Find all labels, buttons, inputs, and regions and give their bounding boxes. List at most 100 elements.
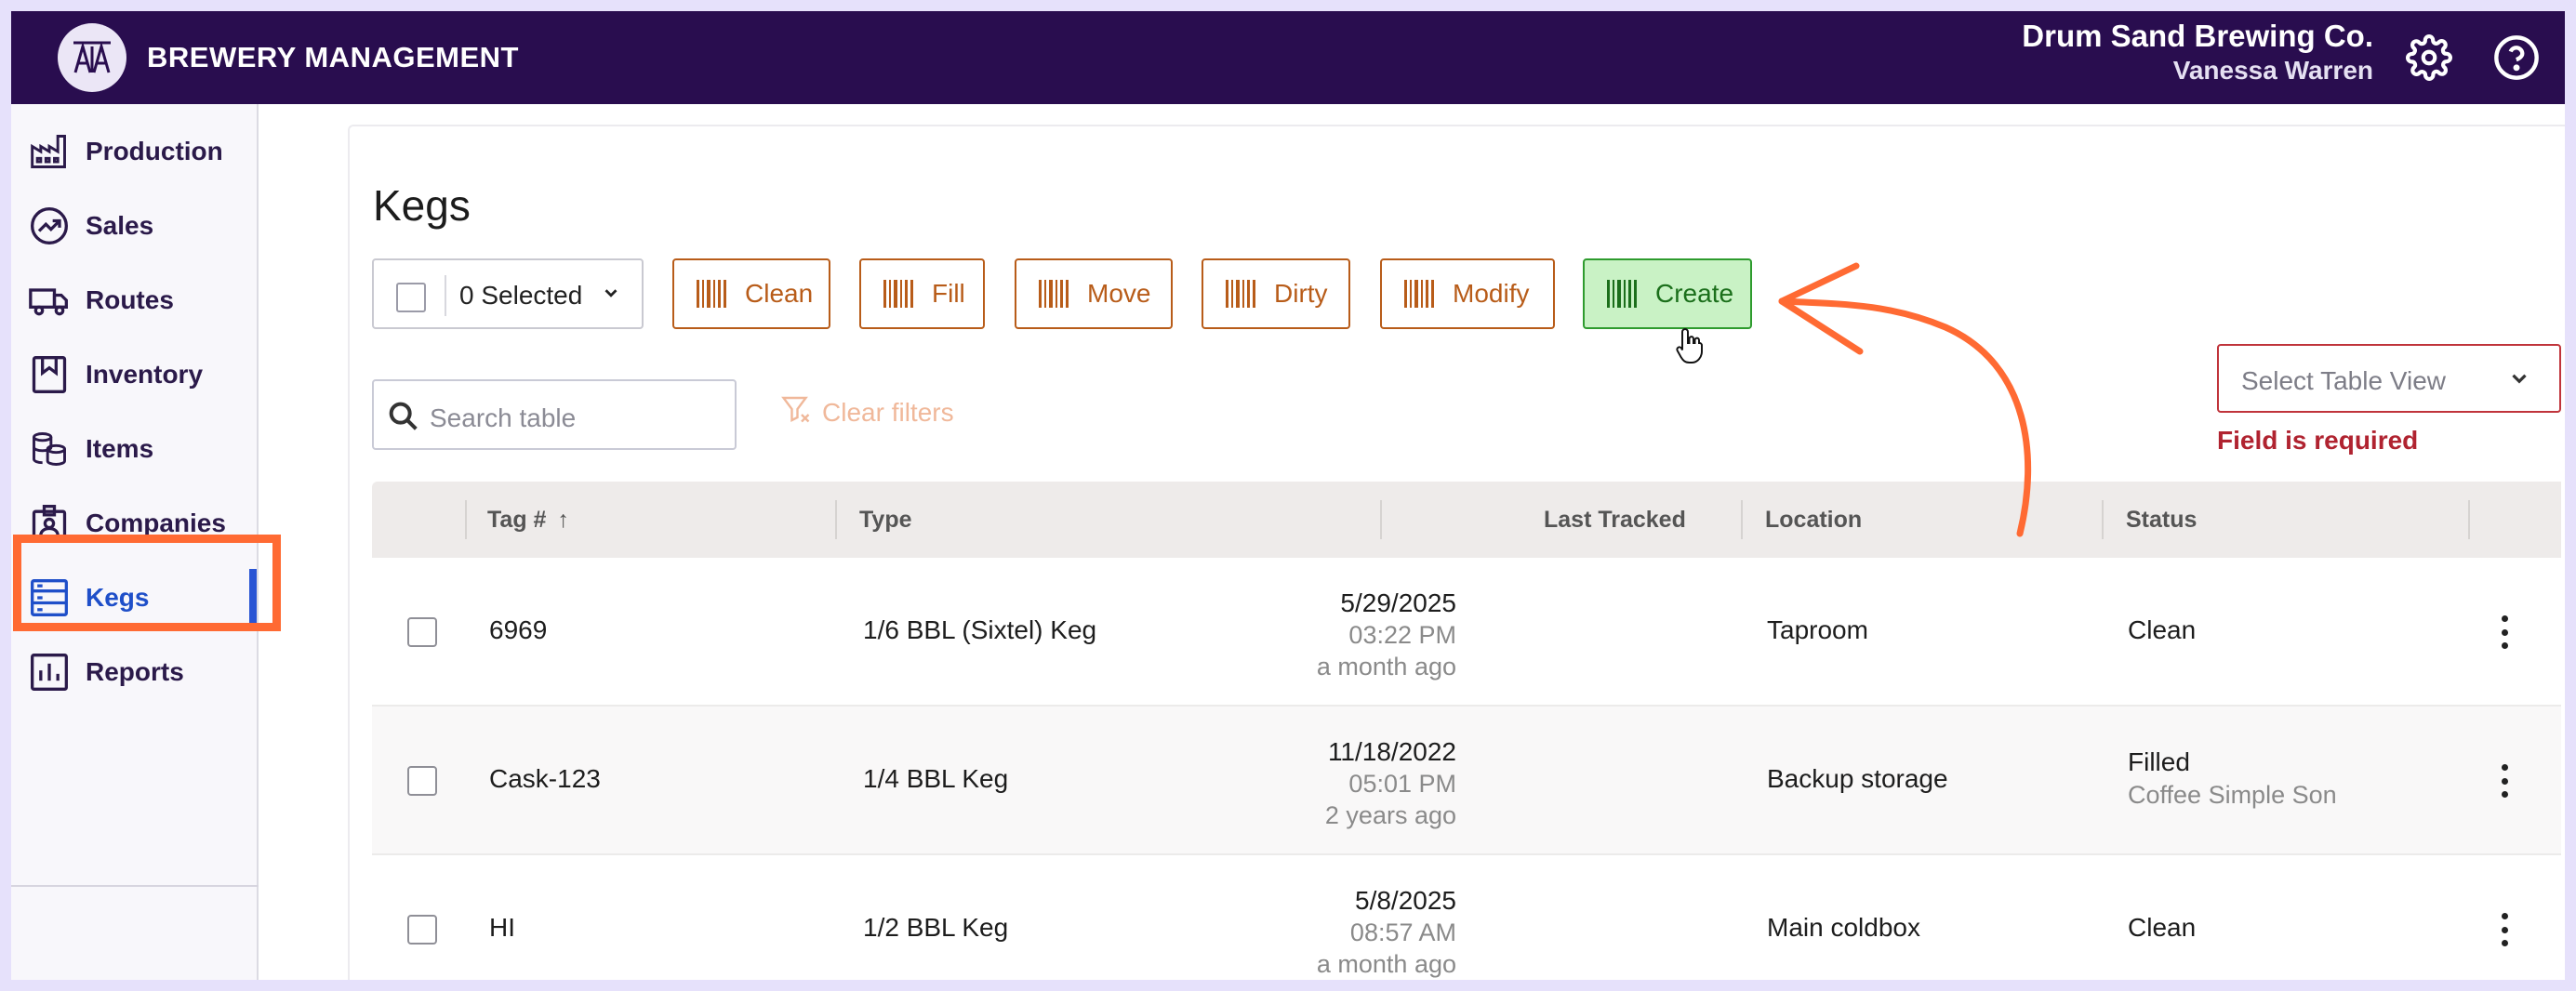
tracked-ago: 2 years ago: [1324, 801, 1456, 829]
sidebar-item-label: Routes: [86, 285, 174, 314]
last-tracked-cell: 5/29/2025 03:22 PM a month ago: [1317, 588, 1456, 682]
column-separator: [2102, 500, 2104, 539]
table-view-placeholder: Select Table View: [2241, 366, 2446, 395]
select-all-checkbox[interactable]: [396, 283, 426, 312]
clear-filters-label: Clear filters: [822, 397, 954, 427]
sidebar-item-items[interactable]: Items: [11, 413, 259, 485]
dirty-button[interactable]: Dirty: [1202, 258, 1350, 329]
column-separator: [465, 500, 467, 539]
status-cell: Clean: [2128, 615, 2197, 644]
row-checkbox[interactable]: [407, 617, 437, 647]
user-name[interactable]: Vanessa Warren: [2173, 56, 2373, 86]
kegs-stack-icon: [28, 428, 71, 470]
sidebar-item-reports[interactable]: Reports: [11, 636, 259, 708]
sidebar-item-inventory[interactable]: Inventory: [11, 338, 259, 411]
column-separator: [835, 500, 837, 539]
column-header-status[interactable]: Status: [2126, 482, 2197, 558]
filter-clear-icon: [779, 392, 813, 432]
search-placeholder: Search table: [430, 403, 577, 432]
active-indicator: [249, 569, 257, 628]
type-cell: 1/4 BBL Keg: [863, 764, 1009, 793]
table-row[interactable]: HI 1/2 BBL Keg 5/8/2025 08:57 AM a month…: [372, 855, 2561, 980]
sidebar-item-routes[interactable]: Routes: [11, 264, 259, 337]
sidebar-divider: [11, 885, 259, 887]
barcode-icon: [1039, 280, 1070, 308]
row-menu-kebab-icon[interactable]: [2490, 759, 2518, 803]
button-label: Fill: [932, 279, 965, 308]
type-cell: 1/2 BBL Keg: [863, 913, 1009, 942]
sidebar-item-label: Items: [86, 434, 154, 463]
sort-ascending-icon[interactable]: ↑: [557, 507, 569, 534]
page-title: Kegs: [373, 181, 471, 230]
column-header-type[interactable]: Type: [859, 482, 912, 558]
trending-up-icon: [28, 205, 71, 247]
clear-filters-button[interactable]: Clear filters: [779, 392, 954, 432]
sidebar-item-label: Production: [86, 137, 223, 165]
column-separator: [2468, 500, 2470, 539]
row-checkbox[interactable]: [407, 915, 437, 945]
barcode-icon: [883, 280, 915, 308]
modify-button[interactable]: Modify: [1380, 258, 1555, 329]
type-cell: 1/6 BBL (Sixtel) Keg: [863, 615, 1097, 644]
sidebar: Production Sales Routes Inventory Items …: [11, 104, 259, 980]
button-label: Clean: [745, 279, 814, 308]
location-cell: Taproom: [1767, 615, 1868, 644]
column-header-location[interactable]: Location: [1765, 482, 1862, 558]
barcode-icon: [697, 280, 728, 308]
factory-icon: [28, 130, 71, 173]
tracked-ago: a month ago: [1316, 653, 1456, 680]
button-label: Move: [1087, 279, 1151, 308]
tracked-date: 5/29/2025: [1340, 588, 1456, 617]
id-badge-icon: [28, 502, 71, 545]
sidebar-item-label: Reports: [86, 657, 184, 686]
barcode-icon: [1404, 280, 1436, 308]
sidebar-item-kegs[interactable]: Kegs: [11, 562, 259, 634]
button-label: Create: [1655, 279, 1734, 308]
location-cell: Main coldbox: [1767, 913, 1920, 942]
column-separator: [1741, 500, 1743, 539]
column-label: Tag #: [487, 506, 547, 533]
tracked-time: 03:22 PM: [1348, 621, 1456, 649]
app-title: BREWERY MANAGEMENT: [147, 41, 519, 73]
sidebar-item-companies[interactable]: Companies: [11, 487, 259, 560]
status-text: Filled: [2128, 747, 2190, 776]
table-view-select[interactable]: Select Table View: [2217, 344, 2561, 413]
barcode-icon: [1607, 280, 1639, 308]
company-name: Drum Sand Brewing Co.: [2022, 19, 2373, 53]
row-menu-kebab-icon[interactable]: [2490, 907, 2518, 952]
last-tracked-cell: 5/8/2025 08:57 AM a month ago: [1317, 885, 1456, 980]
column-header-tag[interactable]: Tag # ↑: [487, 482, 569, 558]
row-menu-kebab-icon[interactable]: [2490, 610, 2518, 654]
row-checkbox[interactable]: [407, 766, 437, 796]
sidebar-item-label: Companies: [86, 509, 226, 537]
sidebar-item-sales[interactable]: Sales: [11, 190, 259, 262]
button-label: Modify: [1453, 279, 1530, 308]
table-header: Tag # ↑ Type Last Tracked Location Statu…: [372, 482, 2561, 558]
chevron-down-icon: [2507, 366, 2531, 395]
tracked-date: 5/8/2025: [1355, 886, 1456, 915]
brand-logo[interactable]: [58, 23, 126, 92]
settings-gear-icon[interactable]: [2403, 32, 2455, 84]
help-icon[interactable]: [2490, 32, 2543, 84]
tracked-time: 08:57 AM: [1349, 918, 1456, 946]
tracked-date: 11/18/2022: [1327, 737, 1456, 766]
sidebar-item-label: Inventory: [86, 360, 204, 389]
table-row[interactable]: Cask-123 1/4 BBL Keg 11/18/2022 05:01 PM…: [372, 707, 2561, 855]
column-separator: [1380, 500, 1382, 539]
create-button[interactable]: Create: [1583, 258, 1752, 329]
tag-cell: 6969: [489, 615, 548, 644]
status-subtext: Coffee Simple Son: [2128, 781, 2337, 809]
truck-icon: [28, 279, 71, 322]
fill-button[interactable]: Fill: [859, 258, 985, 329]
column-header-last-tracked[interactable]: Last Tracked: [1544, 482, 1686, 558]
divider: [445, 275, 446, 316]
bulk-select-dropdown[interactable]: 0 Selected: [372, 258, 644, 329]
last-tracked-cell: 11/18/2022 05:01 PM 2 years ago: [1325, 736, 1456, 831]
table-row[interactable]: 6969 1/6 BBL (Sixtel) Keg 5/29/2025 03:2…: [372, 558, 2561, 707]
clean-button[interactable]: Clean: [672, 258, 830, 329]
sidebar-item-label: Kegs: [86, 583, 150, 612]
move-button[interactable]: Move: [1015, 258, 1173, 329]
sidebar-item-production[interactable]: Production: [11, 115, 259, 188]
tag-cell: HI: [489, 913, 515, 942]
search-input[interactable]: Search table: [372, 379, 737, 450]
